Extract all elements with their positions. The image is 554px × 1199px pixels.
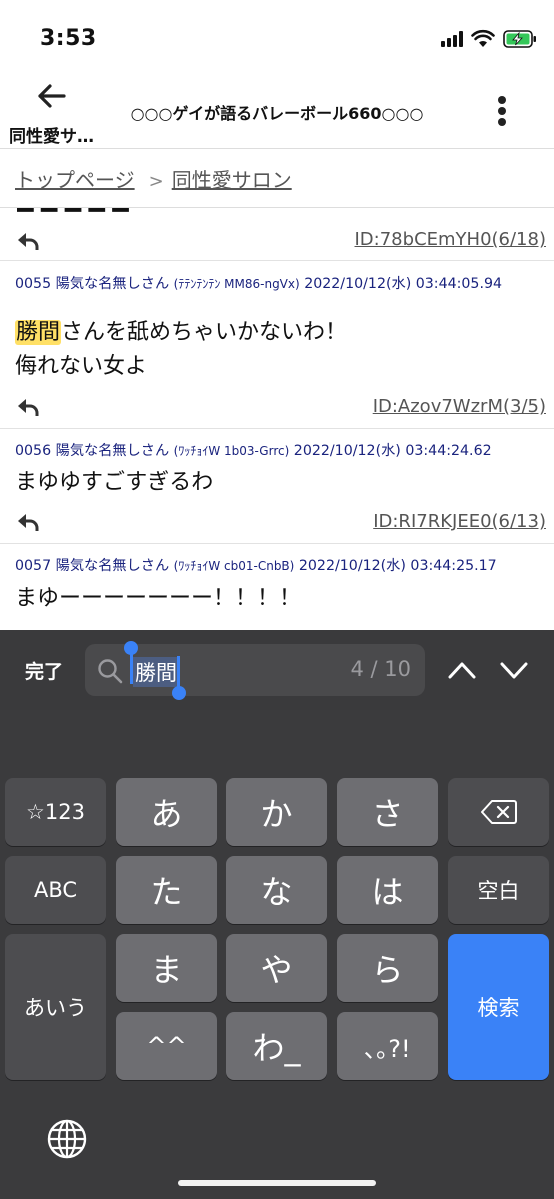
key-kana-mode[interactable]: あいう bbox=[5, 934, 106, 1080]
back-label[interactable]: 同性愛サ… bbox=[9, 122, 94, 147]
battery-charging-icon bbox=[503, 30, 536, 48]
key-wa[interactable]: わ_ bbox=[226, 1012, 327, 1080]
key-dakuten[interactable]: ^^ bbox=[116, 1012, 217, 1080]
backspace-key[interactable] bbox=[448, 778, 549, 846]
reply-icon[interactable] bbox=[16, 512, 40, 532]
wifi-icon bbox=[471, 29, 495, 47]
post-datetime: 2022/10/12(水) 03:44:05.94 bbox=[304, 276, 503, 292]
key-a[interactable]: あ bbox=[116, 778, 217, 846]
key-ha[interactable]: は bbox=[337, 856, 438, 924]
japanese-kana-keyboard: ☆123 あ か さ ABC た な は 空白 あいう ま や ら 検索 ^^ … bbox=[0, 710, 554, 1199]
post-author: 陽気な名無しさん bbox=[55, 276, 170, 292]
find-query-text[interactable]: 勝間 bbox=[133, 657, 179, 687]
post-number[interactable]: 0057 bbox=[15, 558, 51, 574]
post-number[interactable]: 0055 bbox=[15, 276, 51, 292]
find-input[interactable]: 勝間 4 / 10 bbox=[85, 641, 425, 700]
post-body: まゆゆすごすぎるわ bbox=[15, 466, 213, 500]
post-author: 陽気な名無しさん bbox=[55, 558, 170, 574]
post-number[interactable]: 0056 bbox=[15, 443, 51, 459]
post-divider bbox=[0, 428, 554, 429]
search-highlight: 勝間 bbox=[15, 320, 62, 345]
breadcrumb: トップページ > 同性愛サロン bbox=[15, 164, 292, 193]
post-author: 陽気な名無しさん bbox=[55, 443, 170, 459]
post-divider bbox=[0, 260, 554, 261]
done-button[interactable]: 完了 bbox=[25, 657, 63, 684]
post-body: まゆーーーーーーー！！！！ bbox=[15, 582, 301, 616]
post-trip: (ﾜｯﾁｮｲW 1b03-Grrc) bbox=[173, 444, 290, 458]
post-body: 勝間さんを舐めちゃいかないわ！ 侮れない女よ bbox=[15, 316, 347, 384]
post-id-link[interactable]: ID:78bCEmYH0(6/18) bbox=[355, 229, 547, 250]
post-text-line: さんを舐めちゃいかないわ！ bbox=[61, 320, 348, 345]
header-divider bbox=[0, 148, 554, 149]
status-time: 3:53 bbox=[40, 26, 97, 51]
post-id-link[interactable]: ID:Azov7WzrM(3/5) bbox=[373, 396, 546, 417]
reply-icon[interactable] bbox=[16, 397, 40, 417]
match-count: 4 / 10 bbox=[350, 657, 411, 681]
search-icon bbox=[98, 659, 123, 684]
post-text-line: まゆーーーーーーー！！！！ bbox=[15, 586, 302, 611]
search-enter-key[interactable]: 検索 bbox=[448, 934, 549, 1080]
key-ra[interactable]: ら bbox=[337, 934, 438, 1002]
clipped-post-text: ■■■■■ bbox=[15, 208, 135, 214]
post-divider bbox=[0, 543, 554, 544]
key-ta[interactable]: た bbox=[116, 856, 217, 924]
breadcrumb-board-link[interactable]: 同性愛サロン bbox=[172, 168, 292, 192]
post-datetime: 2022/10/12(水) 03:44:24.62 bbox=[293, 443, 492, 459]
post-text-line: まゆゆすごすぎるわ bbox=[15, 470, 214, 495]
more-menu-icon[interactable] bbox=[490, 94, 514, 128]
key-punctuation[interactable]: ､｡?! bbox=[337, 1012, 438, 1080]
key-numbers-mode[interactable]: ☆123 bbox=[5, 778, 106, 846]
breadcrumb-separator: > bbox=[148, 171, 164, 192]
page-title: ○○○ゲイが語るバレーボール660○○○ bbox=[130, 104, 424, 123]
find-in-page-bar: 完了 勝間 4 / 10 bbox=[0, 630, 554, 710]
cellular-signal-icon bbox=[441, 31, 463, 47]
next-match-icon[interactable] bbox=[496, 652, 532, 688]
post-header: 0055 陽気な名無しさん (ﾃﾃﾝﾃﾝﾃﾝ MM86-ngVx) 2022/1… bbox=[15, 275, 545, 294]
backspace-icon bbox=[480, 800, 517, 824]
post-header: 0057 陽気な名無しさん (ﾜｯﾁｮｲW cb01-CnbB) 2022/10… bbox=[15, 557, 545, 576]
post-datetime: 2022/10/12(水) 03:44:25.17 bbox=[298, 558, 497, 574]
post-id-link[interactable]: ID:RI7RKJEE0(6/13) bbox=[373, 511, 546, 532]
key-sa[interactable]: さ bbox=[337, 778, 438, 846]
key-ma[interactable]: ま bbox=[116, 934, 217, 1002]
post-trip: (ﾃﾃﾝﾃﾝﾃﾝ MM86-ngVx) bbox=[173, 277, 300, 291]
key-ya[interactable]: や bbox=[226, 934, 327, 1002]
reply-icon[interactable] bbox=[16, 231, 40, 251]
globe-icon[interactable] bbox=[46, 1118, 88, 1160]
key-abc-mode[interactable]: ABC bbox=[5, 856, 106, 924]
post-header: 0056 陽気な名無しさん (ﾜｯﾁｮｲW 1b03-Grrc) 2022/10… bbox=[15, 442, 545, 461]
post-trip: (ﾜｯﾁｮｲW cb01-CnbB) bbox=[173, 559, 295, 573]
previous-match-icon[interactable] bbox=[444, 652, 480, 688]
key-ka[interactable]: か bbox=[226, 778, 327, 846]
breadcrumb-top-link[interactable]: トップページ bbox=[15, 168, 135, 192]
home-indicator bbox=[178, 1180, 376, 1186]
post-text-line: 侮れない女よ bbox=[15, 354, 148, 379]
key-na[interactable]: な bbox=[226, 856, 327, 924]
space-key[interactable]: 空白 bbox=[448, 856, 549, 924]
